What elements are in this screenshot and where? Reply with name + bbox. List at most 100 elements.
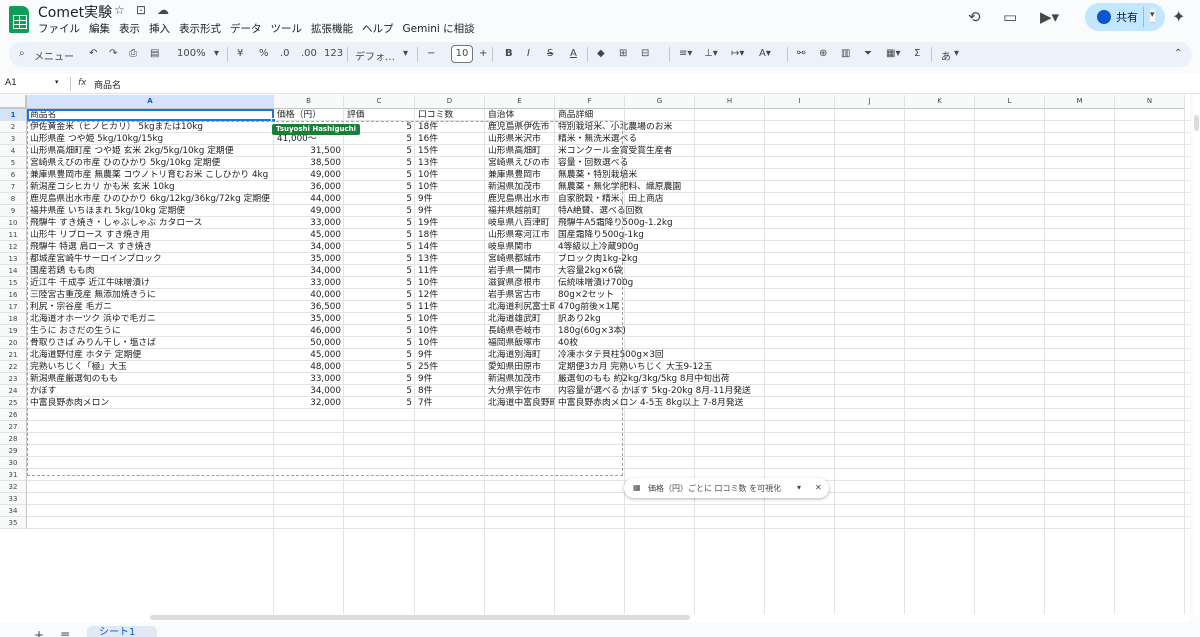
add-sheet-icon[interactable]: + xyxy=(34,628,44,637)
row-header[interactable]: 14 xyxy=(0,265,27,277)
row-header[interactable]: 25 xyxy=(0,397,27,409)
insert-comment-icon[interactable]: ⊕ xyxy=(819,48,827,59)
chevron-down-icon[interactable]: ▾ xyxy=(797,483,801,492)
zoom-select[interactable]: 100% xyxy=(177,48,206,59)
row-header[interactable]: 16 xyxy=(0,289,27,301)
row-header[interactable]: 7 xyxy=(0,181,27,193)
text-color-icon[interactable]: A xyxy=(570,48,577,59)
font-size-decrease-icon[interactable]: − xyxy=(427,48,435,59)
row-header[interactable]: 2 xyxy=(0,121,27,133)
row-header[interactable]: 20 xyxy=(0,337,27,349)
column-header[interactable]: F xyxy=(555,95,625,109)
fill-handle[interactable] xyxy=(271,118,276,123)
font-size-input[interactable]: 10 xyxy=(451,45,473,63)
table-cell[interactable]: 32,000 xyxy=(274,396,344,410)
bold-icon[interactable]: B xyxy=(505,48,513,59)
meet-icon[interactable]: ▶▾ xyxy=(1040,8,1059,26)
row-header[interactable]: 32 xyxy=(0,481,27,493)
name-box[interactable]: A1 xyxy=(5,78,17,88)
menu-item[interactable]: 編集 xyxy=(89,21,110,36)
close-icon[interactable]: ✕ xyxy=(815,483,822,492)
row-header[interactable]: 17 xyxy=(0,301,27,313)
menu-item[interactable]: ファイル xyxy=(38,21,80,36)
font-size-increase-icon[interactable]: + xyxy=(479,48,487,59)
paint-format-icon[interactable]: ▤ xyxy=(150,48,159,59)
table-cell[interactable]: 中富良野赤肉メロン xyxy=(27,396,274,410)
table-cell[interactable]: 7件 xyxy=(415,396,485,410)
share-button[interactable]: 共有 ▾ xyxy=(1085,3,1165,31)
search-icon[interactable]: ⌕ xyxy=(19,48,25,59)
filter-icon[interactable]: ⏷ xyxy=(864,48,872,59)
italic-icon[interactable]: I xyxy=(527,48,530,59)
align-horizontal-icon[interactable]: ≡▾ xyxy=(679,48,692,59)
collapse-toolbar-icon[interactable]: ⌃ xyxy=(1174,48,1182,59)
column-header[interactable]: G xyxy=(625,95,695,109)
chevron-down-icon[interactable]: ▾ xyxy=(403,48,408,59)
row-header[interactable]: 23 xyxy=(0,373,27,385)
row-header[interactable]: 8 xyxy=(0,193,27,205)
text-wrap-icon[interactable]: ↦▾ xyxy=(731,48,744,59)
formula-input[interactable]: 商品名 xyxy=(94,78,121,91)
menu-item[interactable]: ヘルプ xyxy=(362,21,394,36)
row-header[interactable]: 31 xyxy=(0,469,27,481)
row-header[interactable]: 12 xyxy=(0,241,27,253)
star-icon[interactable]: ☆ xyxy=(114,3,125,17)
all-sheets-icon[interactable]: ≡ xyxy=(60,628,70,637)
table-cell[interactable]: 中富良野赤肉メロン 4-5玉 8kg以上 7-8月発送 xyxy=(555,396,855,410)
row-header[interactable]: 4 xyxy=(0,145,27,157)
row-header[interactable]: 13 xyxy=(0,253,27,265)
sheet-tab[interactable]: シート1 xyxy=(87,626,157,637)
chevron-down-icon[interactable]: ▾ xyxy=(55,78,59,86)
column-header[interactable]: J xyxy=(835,95,905,109)
row-header[interactable]: 18 xyxy=(0,313,27,325)
redo-icon[interactable]: ↷ xyxy=(109,48,117,59)
visualize-suggestion-chip[interactable]: ▦ 価格（円）ごとに 口コミ数 を可視化 ▾ ✕ xyxy=(624,478,829,498)
currency-button[interactable]: ¥ xyxy=(237,48,243,59)
merge-cells-icon[interactable]: ⊟ xyxy=(641,48,649,59)
row-header[interactable]: 1 xyxy=(0,109,27,121)
decrease-decimal-button[interactable]: .0 xyxy=(280,48,290,59)
borders-icon[interactable]: ⊞ xyxy=(619,48,627,59)
text-rotation-icon[interactable]: A▾ xyxy=(759,48,771,59)
chevron-down-icon[interactable]: ▾ xyxy=(954,48,959,59)
row-header[interactable]: 29 xyxy=(0,445,27,457)
row-header[interactable]: 34 xyxy=(0,505,27,517)
menu-item[interactable]: 表示形式 xyxy=(179,21,221,36)
table-cell[interactable]: 北海道中富良野町 xyxy=(485,396,555,410)
cloud-status-icon[interactable]: ☁ xyxy=(157,3,169,17)
column-header[interactable]: I xyxy=(765,95,835,109)
column-header[interactable]: A xyxy=(27,95,274,109)
row-header[interactable]: 26 xyxy=(0,409,27,421)
fill-color-icon[interactable]: ◆ xyxy=(597,48,605,59)
row-header[interactable]: 11 xyxy=(0,229,27,241)
row-header[interactable]: 22 xyxy=(0,361,27,373)
row-header[interactable]: 9 xyxy=(0,205,27,217)
menu-item[interactable]: 表示 xyxy=(119,21,140,36)
search-menu-label[interactable]: メニュー xyxy=(34,48,74,63)
table-cell[interactable]: 5 xyxy=(344,396,415,410)
column-header[interactable]: E xyxy=(485,95,555,109)
select-all-corner[interactable] xyxy=(0,95,27,109)
insert-link-icon[interactable]: ⚯ xyxy=(797,48,805,59)
number-format-button[interactable]: 123 xyxy=(324,48,343,59)
menu-item[interactable]: 拡張機能 xyxy=(311,21,353,36)
row-header[interactable]: 27 xyxy=(0,421,27,433)
row-header[interactable]: 5 xyxy=(0,157,27,169)
row-header[interactable]: 28 xyxy=(0,433,27,445)
column-header[interactable]: M xyxy=(1045,95,1115,109)
folder-icon[interactable]: ⊡ xyxy=(136,3,146,17)
chevron-down-icon[interactable]: ▾ xyxy=(214,48,219,59)
row-header[interactable]: 10 xyxy=(0,217,27,229)
column-header[interactable]: N xyxy=(1115,95,1185,109)
sheet-grid[interactable]: A B C D E F G H I J K L M N 1 2 3 4 5 6 7 8 9 10 11 12 13 14 15 16 17 1… xyxy=(0,95,1190,620)
history-icon[interactable]: ⟲ xyxy=(968,8,981,26)
row-header[interactable]: 3 xyxy=(0,133,27,145)
chevron-down-icon[interactable]: ▾ xyxy=(1150,9,1156,23)
menu-item[interactable]: 挿入 xyxy=(149,21,170,36)
row-header[interactable]: 15 xyxy=(0,277,27,289)
horizontal-scrollbar[interactable] xyxy=(0,614,1190,622)
input-tools-button[interactable]: あ xyxy=(941,48,951,63)
comment-icon[interactable]: ▭ xyxy=(1003,8,1017,26)
menu-item[interactable]: ツール xyxy=(271,21,303,36)
row-header[interactable]: 24 xyxy=(0,385,27,397)
